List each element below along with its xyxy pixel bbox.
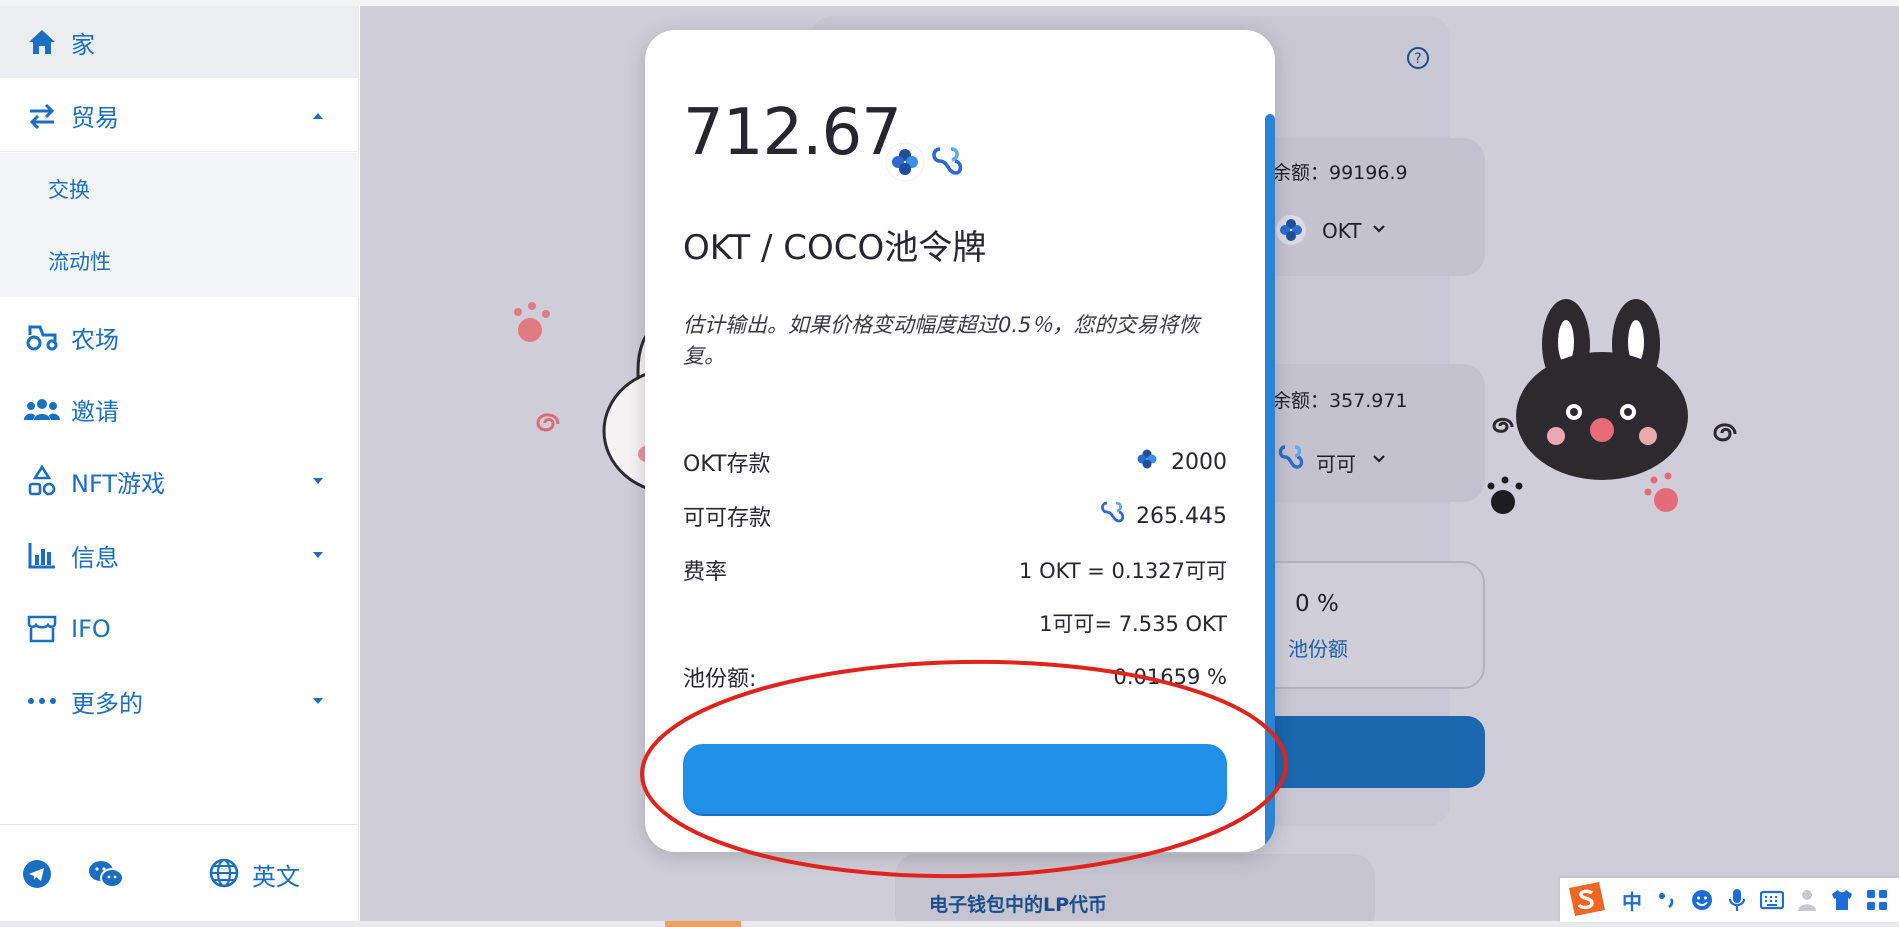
okt-token-icon bbox=[885, 142, 925, 186]
home-icon bbox=[24, 24, 60, 60]
globe-icon bbox=[208, 857, 240, 893]
svg-text:?: ? bbox=[1414, 51, 1421, 67]
coco-deposit-value: 265.445 bbox=[1136, 503, 1227, 529]
rate-value-1: 1 OKT = 0.1327可可 bbox=[1019, 559, 1227, 583]
more-dots-icon bbox=[24, 683, 60, 719]
pool-share-row: 池份额: 0.01659 % bbox=[683, 662, 1227, 692]
toolbox-grid-icon[interactable] bbox=[1864, 887, 1890, 913]
sidebar-item-invite[interactable]: 邀请 bbox=[0, 373, 359, 445]
submenu-item-swap[interactable]: 交换 bbox=[0, 153, 359, 225]
sidebar-item-label: IFO bbox=[71, 615, 111, 643]
sidebar-item-more[interactable]: 更多的 bbox=[0, 665, 359, 737]
okt-token-icon bbox=[1133, 445, 1161, 479]
modal-scrollbar[interactable] bbox=[1265, 114, 1275, 850]
sidebar-item-label: 邀请 bbox=[71, 397, 119, 426]
pool-token-title: OKT / COCO池令牌 bbox=[683, 228, 987, 268]
coco-token-icon bbox=[928, 144, 964, 184]
emoji-icon[interactable] bbox=[1689, 887, 1715, 913]
sogou-logo-icon[interactable] bbox=[1564, 882, 1610, 916]
swirl-icon bbox=[1705, 416, 1739, 454]
swirl-icon bbox=[1485, 411, 1515, 445]
chevron-down-icon bbox=[313, 478, 323, 484]
pool-share-label: 池份额: bbox=[683, 667, 757, 692]
okt-token-icon bbox=[1275, 214, 1307, 250]
lp-amount: 712.67 bbox=[683, 96, 902, 170]
estimated-output-notice: 估计输出。如果价格变动幅度超过0.5％，您的交易将恢复。 bbox=[683, 313, 1200, 368]
shapes-icon bbox=[24, 463, 60, 499]
token-select-2[interactable]: 可可 bbox=[1316, 448, 1356, 477]
rate-row-2: 1可可= 7.535 OKT bbox=[683, 608, 1227, 638]
rate-row: 费率 1 OKT = 0.1327可可 bbox=[683, 555, 1227, 585]
sidebar-item-label: 贸易 bbox=[71, 104, 119, 132]
coco-deposit-label: 可可存款 bbox=[683, 506, 772, 531]
sidebar-item-trade[interactable]: 贸易 bbox=[0, 80, 359, 152]
wechat-icon[interactable] bbox=[88, 859, 124, 893]
sidebar-item-label: 更多的 bbox=[71, 689, 143, 718]
ime-toolbar: 中 bbox=[1560, 878, 1899, 922]
users-icon bbox=[24, 391, 60, 427]
window-top-edge bbox=[0, 0, 1899, 6]
keyboard-icon[interactable] bbox=[1759, 887, 1785, 913]
submenu-item-liquidity[interactable]: 流动性 bbox=[0, 225, 359, 297]
microphone-icon[interactable] bbox=[1724, 887, 1750, 913]
store-icon bbox=[24, 611, 60, 647]
trade-submenu: 交换 流动性 bbox=[0, 153, 359, 297]
tractor-icon bbox=[24, 319, 60, 355]
paw-print-icon bbox=[510, 300, 558, 352]
chevron-down-icon bbox=[1372, 221, 1386, 240]
sidebar-item-label: NFT游戏 bbox=[71, 469, 165, 498]
swirl-icon bbox=[528, 406, 562, 444]
balance-1: 余额：99196.9 bbox=[1272, 162, 1408, 184]
pool-share-label: 池份额 bbox=[1288, 637, 1348, 661]
chevron-down-icon bbox=[313, 698, 323, 704]
sidebar-item-info[interactable]: 信息 bbox=[0, 519, 359, 591]
token-select-1[interactable]: OKT bbox=[1322, 219, 1362, 243]
swap-arrows-icon bbox=[24, 98, 60, 134]
sidebar-footer: 英文 bbox=[0, 824, 359, 921]
okt-deposit-value: 2000 bbox=[1171, 449, 1227, 475]
paw-print-icon bbox=[1640, 472, 1684, 520]
coco-token-icon bbox=[1098, 499, 1126, 533]
sidebar-item-label: 家 bbox=[71, 30, 95, 59]
sidebar-item-label: 信息 bbox=[71, 543, 119, 572]
pool-share-value: 0.01659 % bbox=[1113, 665, 1227, 689]
rate-label: 费率 bbox=[683, 560, 728, 585]
confirm-supply-button[interactable] bbox=[683, 744, 1227, 816]
balance-2: 余额：357.971 bbox=[1272, 390, 1408, 412]
sidebar-item-label: 农场 bbox=[71, 325, 119, 354]
sidebar: 家 贸易 交换 流动性 农场 邀请 NFT游戏 信息 IFO 更多的 英文 bbox=[0, 6, 359, 921]
chevron-down-icon bbox=[313, 552, 323, 558]
taskbar-indicator bbox=[665, 921, 741, 927]
confirm-supply-modal: 712.67 OKT / COCO池令牌 估计输出。如果价格变动幅度超过0.5％… bbox=[645, 30, 1275, 852]
chevron-up-icon bbox=[313, 112, 323, 119]
sidebar-item-ifo[interactable]: IFO bbox=[0, 593, 359, 665]
coco-token-icon bbox=[1275, 443, 1305, 477]
paw-print-icon bbox=[1485, 474, 1529, 522]
dark-bunny-illustration bbox=[1508, 294, 1698, 488]
sidebar-item-home[interactable]: 家 bbox=[0, 6, 359, 78]
sidebar-item-nft-game[interactable]: NFT游戏 bbox=[0, 445, 359, 517]
language-selector[interactable]: 英文 bbox=[252, 857, 300, 892]
okt-deposit-label: OKT存款 bbox=[683, 452, 771, 477]
help-icon[interactable]: ? bbox=[1406, 46, 1430, 74]
rate-value-2: 1可可= 7.535 OKT bbox=[1039, 612, 1227, 636]
bar-chart-icon bbox=[24, 537, 60, 573]
punctuation-icon[interactable] bbox=[1654, 887, 1680, 913]
okt-deposit-row: OKT存款 2000 bbox=[683, 447, 1227, 477]
pool-share-value: 0 % bbox=[1295, 591, 1339, 617]
telegram-icon[interactable] bbox=[22, 859, 52, 893]
ime-language-toggle[interactable]: 中 bbox=[1619, 887, 1645, 914]
chevron-down-icon bbox=[1372, 451, 1386, 470]
user-icon[interactable] bbox=[1794, 887, 1820, 913]
skin-shirt-icon[interactable] bbox=[1829, 887, 1855, 913]
lp-tokens-title: 电子钱包中的LP代币 bbox=[929, 894, 1108, 916]
sidebar-item-farm[interactable]: 农场 bbox=[0, 301, 359, 373]
coco-deposit-row: 可可存款 265.445 bbox=[683, 501, 1227, 531]
